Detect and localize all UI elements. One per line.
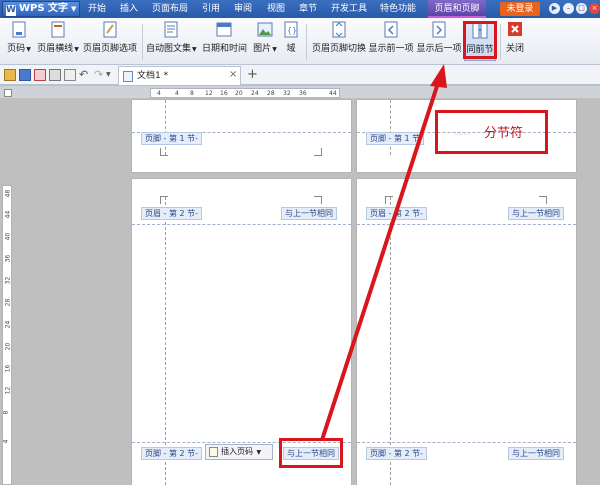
wps-window: W WPS 文字 ▼ 开始 插入 页面布局 引用 审阅 视图 章节 开发工具 特色功… xyxy=(0,0,600,485)
annotation-arrow xyxy=(320,64,447,441)
